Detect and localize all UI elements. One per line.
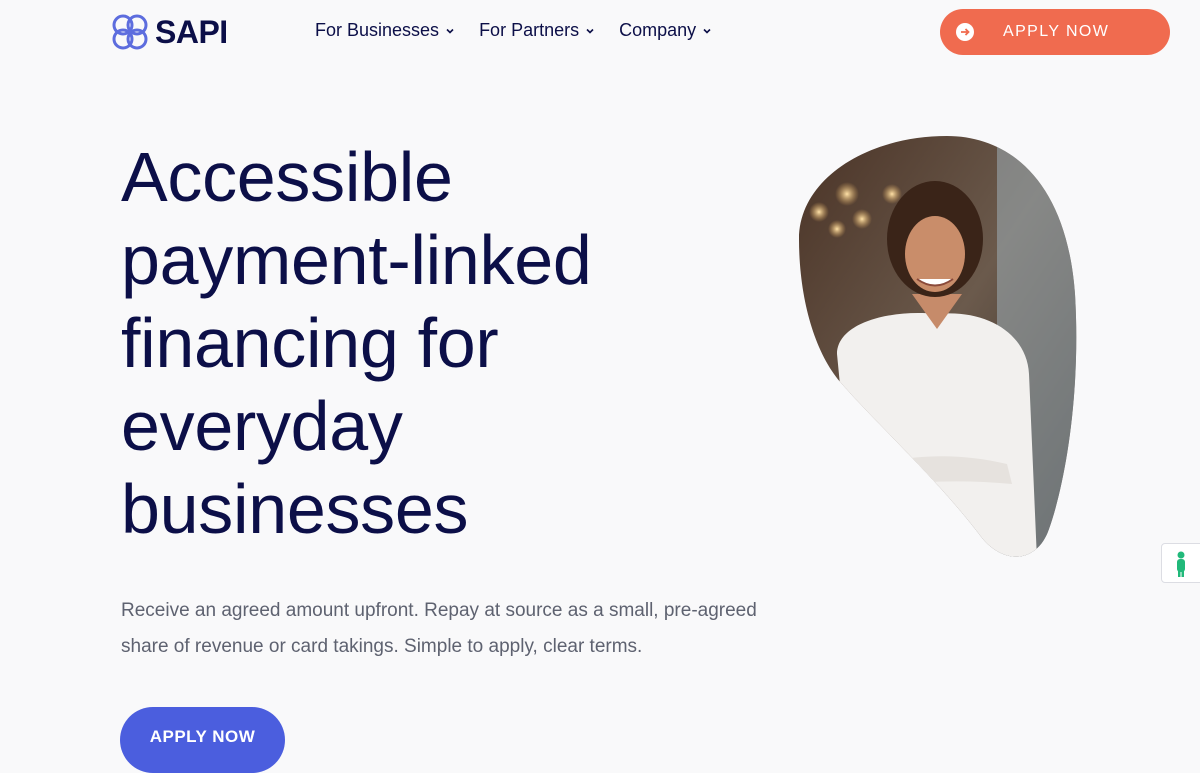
nav-for-businesses[interactable]: For Businesses <box>315 20 455 41</box>
nav-company[interactable]: Company <box>619 20 712 41</box>
chevron-down-icon <box>586 28 594 34</box>
nav-label: For Partners <box>479 20 580 40</box>
apply-now-label: APPLY NOW <box>1003 23 1110 40</box>
logo-text: SAPI <box>155 14 228 50</box>
site-header: SAPI For Businesses For Partners Company… <box>0 0 1200 64</box>
arrow-right-circle-icon <box>956 23 974 41</box>
hero-title-line: businesses <box>121 470 469 548</box>
hero-title-line: everyday <box>121 387 403 465</box>
accessibility-icon <box>1177 551 1185 577</box>
hero-title-line: Accessible <box>121 138 453 216</box>
hero-image <box>799 136 1077 557</box>
clover-logo-icon <box>112 14 148 50</box>
accessibility-widget[interactable] <box>1161 543 1200 583</box>
apply-now-hero-button[interactable]: APPLY NOW <box>120 707 285 773</box>
hero-title: Accessible payment-linked financing for … <box>121 136 761 551</box>
chevron-down-icon <box>703 28 711 34</box>
hero-title-line: financing for <box>121 304 499 382</box>
nav-label: Company <box>619 20 697 40</box>
nav-label: For Businesses <box>315 20 440 40</box>
hero-subtitle: Receive an agreed amount upfront. Repay … <box>121 600 757 657</box>
nav-for-partners[interactable]: For Partners <box>479 20 595 41</box>
logo[interactable]: SAPI <box>111 13 228 51</box>
apply-now-header-button[interactable]: APPLY NOW <box>940 9 1170 55</box>
apply-now-label: APPLY NOW <box>149 727 256 746</box>
hero-title-line: payment-linked <box>121 221 592 299</box>
main-nav: For Businesses For Partners Company <box>315 20 712 41</box>
chevron-down-icon <box>446 28 454 34</box>
